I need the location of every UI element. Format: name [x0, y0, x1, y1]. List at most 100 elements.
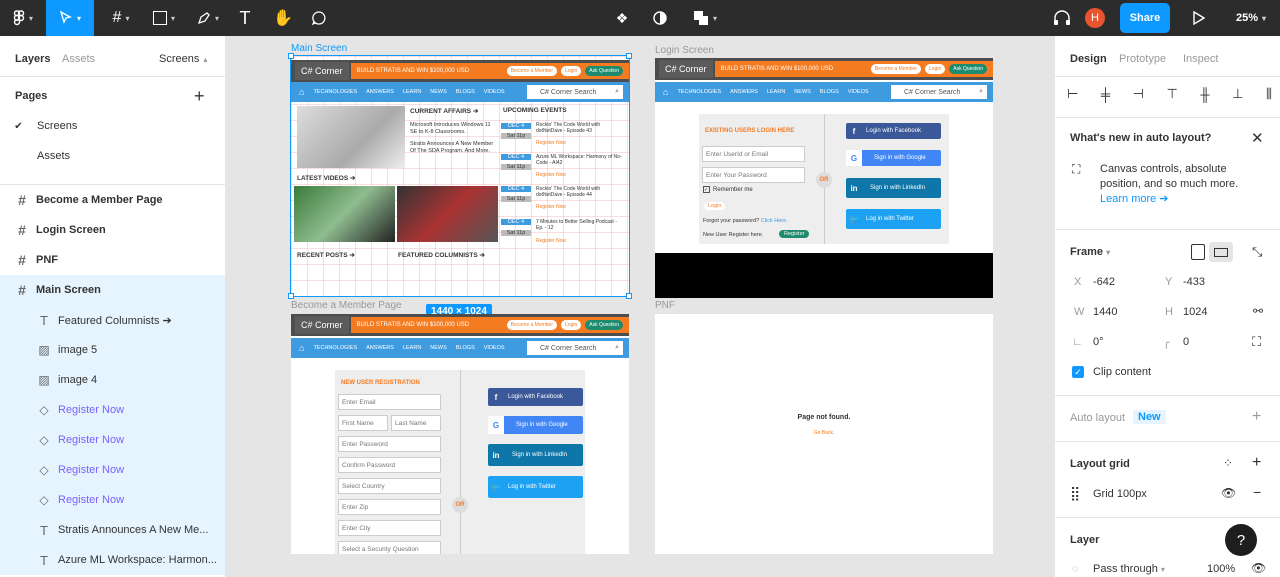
- radius-input[interactable]: 0: [1183, 336, 1189, 348]
- canvas[interactable]: Main Screen C# Corner BUILD STRATIS AND …: [226, 36, 1054, 577]
- last-name-field[interactable]: Last Name: [391, 415, 441, 431]
- nav-item[interactable]: NEWS: [794, 89, 811, 95]
- nav-item[interactable]: VIDEOS: [848, 89, 869, 95]
- click-here-link[interactable]: Click Here.: [761, 218, 788, 224]
- grid-icon[interactable]: ⣿: [1070, 485, 1080, 502]
- text-tool-button[interactable]: T: [232, 0, 258, 36]
- twitter-signup-button[interactable]: 🐦 Log in with Twitter: [488, 476, 583, 498]
- nav-item[interactable]: ANSWERS: [366, 89, 394, 95]
- nav-item[interactable]: NEWS: [430, 89, 447, 95]
- learn-more-link[interactable]: Learn more ➔: [1100, 192, 1169, 205]
- nav-item[interactable]: LEARN: [403, 345, 421, 351]
- nav-item[interactable]: TECHNOLOGIES: [313, 89, 357, 95]
- pnf-frame[interactable]: Page not found. Go Back.: [655, 314, 993, 554]
- frame-label-member[interactable]: Become a Member Page: [291, 300, 402, 311]
- add-auto-layout-icon[interactable]: +: [1252, 408, 1261, 426]
- present-button[interactable]: [1188, 0, 1210, 36]
- align-center-v-icon[interactable]: ╫: [1200, 87, 1209, 102]
- layer-row[interactable]: ◇ Register Now: [0, 425, 225, 455]
- nav-item[interactable]: LEARN: [403, 89, 421, 95]
- w-input[interactable]: 1440: [1093, 306, 1117, 318]
- layer-row[interactable]: ▨ image 5: [0, 335, 225, 365]
- blend-dropdown[interactable]: Pass through ▾: [1093, 563, 1165, 575]
- share-button[interactable]: Share: [1120, 3, 1170, 33]
- eye-icon[interactable]: 👁: [1221, 486, 1236, 500]
- site-search[interactable]: C# Corner Search ⌕: [527, 341, 623, 355]
- align-right-icon[interactable]: ⊣: [1133, 86, 1144, 102]
- tab-prototype[interactable]: Prototype: [1119, 53, 1166, 65]
- news-item[interactable]: Microsoft Introduces Windows 11 SE to K-…: [410, 122, 498, 136]
- align-top-icon[interactable]: ⊤: [1166, 86, 1177, 102]
- distribute-icon[interactable]: ⫼: [1266, 86, 1272, 102]
- checkbox[interactable]: ✓: [703, 186, 710, 193]
- video-thumbnail[interactable]: [294, 186, 395, 242]
- nav-item[interactable]: VIDEOS: [484, 89, 505, 95]
- linkedin-signup-button[interactable]: in Sign in with LinkedIn: [488, 444, 583, 466]
- clip-content-checkbox[interactable]: ✓: [1072, 366, 1084, 378]
- resize-handle[interactable]: [626, 53, 632, 59]
- align-bottom-icon[interactable]: ⊥: [1232, 86, 1243, 102]
- home-icon[interactable]: ⌂: [299, 87, 304, 97]
- linkedin-login-button[interactable]: in Sign in with LinkedIn: [846, 178, 941, 198]
- login-button[interactable]: Login: [561, 66, 582, 76]
- nav-item[interactable]: BLOGS: [820, 89, 839, 95]
- main-menu-button[interactable]: ▾: [0, 0, 46, 36]
- comment-tool-button[interactable]: [306, 0, 332, 36]
- event-title[interactable]: Rockin' The Code World with dotNetDave -…: [536, 186, 624, 198]
- layer-row[interactable]: # Become a Member Page: [0, 185, 225, 215]
- y-input[interactable]: -433: [1183, 276, 1205, 288]
- site-search[interactable]: C# Corner Search ⌕: [527, 85, 623, 99]
- resize-handle[interactable]: [288, 293, 294, 299]
- pen-tool-button[interactable]: ▾: [188, 0, 228, 36]
- frame-label-pnf[interactable]: PNF: [655, 300, 675, 311]
- layer-row[interactable]: ◇ Register Now: [0, 485, 225, 515]
- nav-item[interactable]: TECHNOLOGIES: [677, 89, 721, 95]
- home-icon[interactable]: ⌂: [663, 87, 668, 97]
- login-screen-frame[interactable]: C# Corner BUILD STRATIS AND WIN $100,000…: [655, 58, 993, 298]
- register-now-link[interactable]: Register Now: [536, 204, 566, 210]
- layer-row[interactable]: ◇ Register Now: [0, 455, 225, 485]
- ask-question-button[interactable]: Ask Question: [585, 320, 623, 330]
- opacity-input[interactable]: 100%: [1207, 563, 1235, 575]
- video-thumbnail[interactable]: [397, 186, 498, 242]
- ask-question-button[interactable]: Ask Question: [949, 64, 987, 74]
- twitter-login-button[interactable]: 🐦 Log in with Twitter: [846, 209, 941, 229]
- google-login-button[interactable]: G Sign in with Google: [846, 150, 941, 166]
- x-input[interactable]: -642: [1093, 276, 1115, 288]
- remember-me[interactable]: ✓ Remember me: [703, 186, 753, 193]
- city-field[interactable]: Enter City: [338, 520, 441, 536]
- section-latest-videos[interactable]: LATEST VIDEOS ➔: [297, 174, 355, 182]
- tab-inspect[interactable]: Inspect: [1183, 53, 1218, 65]
- section-current-affairs[interactable]: CURRENT AFFAIRS ➔: [410, 107, 478, 115]
- ask-question-button[interactable]: Ask Question: [585, 66, 623, 76]
- nav-item[interactable]: LEARN: [767, 89, 785, 95]
- align-center-h-icon[interactable]: ╪: [1101, 87, 1110, 102]
- country-select[interactable]: Select Country: [338, 478, 441, 494]
- register-now-link[interactable]: Register Now: [536, 238, 566, 244]
- event-title[interactable]: Azure ML Workspace: Harmony of No-Code -…: [536, 154, 624, 166]
- shape-tool-button[interactable]: ▾: [144, 0, 184, 36]
- nav-item[interactable]: ANSWERS: [730, 89, 758, 95]
- frame-section-title[interactable]: Frame ▾: [1070, 246, 1110, 258]
- layer-row[interactable]: ◇ Register Now: [0, 395, 225, 425]
- login-button[interactable]: Login: [561, 320, 582, 330]
- page-item-screens[interactable]: ✔ Screens: [0, 111, 225, 141]
- help-button[interactable]: ?: [1225, 524, 1257, 556]
- eye-icon[interactable]: 👁: [1251, 561, 1266, 575]
- event-title[interactable]: 7 Minutes to Better Selling Podcast - Ep…: [536, 219, 624, 231]
- register-now-link[interactable]: Register Now: [536, 172, 566, 178]
- add-grid-icon[interactable]: +: [1252, 454, 1261, 472]
- user-avatar[interactable]: H: [1084, 0, 1106, 36]
- password-field[interactable]: Enter Your Password: [702, 167, 805, 183]
- nav-item[interactable]: NEWS: [430, 345, 447, 351]
- resize-handle[interactable]: [626, 293, 632, 299]
- section-recent-posts[interactable]: RECENT POSTS ➔: [297, 251, 355, 259]
- frame-tool-button[interactable]: # ▾: [100, 0, 142, 36]
- resize-handle[interactable]: [288, 53, 294, 59]
- nav-item[interactable]: TECHNOLOGIES: [313, 345, 357, 351]
- component-button[interactable]: ❖: [610, 0, 634, 36]
- site-search[interactable]: C# Corner Search ⌕: [891, 85, 987, 99]
- home-icon[interactable]: ⌂: [299, 343, 304, 353]
- tab-assets[interactable]: Assets: [62, 44, 95, 74]
- frame-label-main[interactable]: Main Screen: [291, 43, 347, 54]
